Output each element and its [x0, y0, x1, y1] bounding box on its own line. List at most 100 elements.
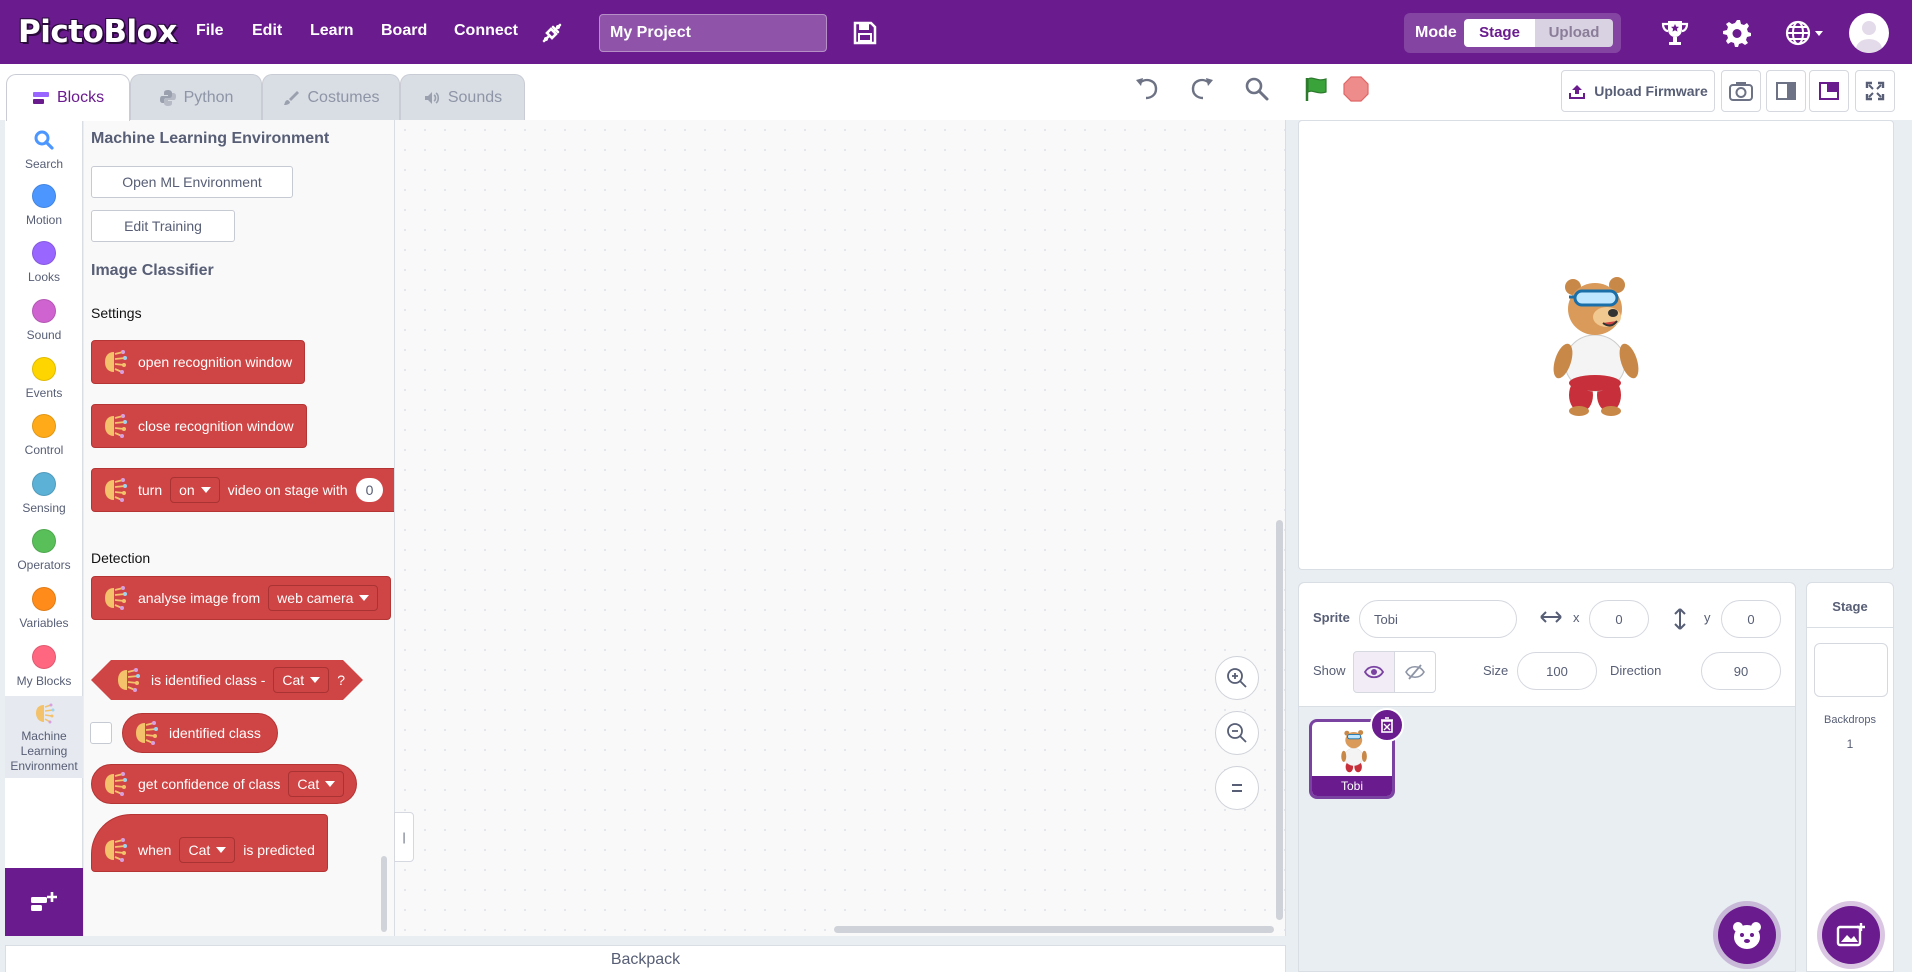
category-variables[interactable]: Variables — [5, 587, 83, 630]
stage-pane-title: Stage — [1832, 599, 1868, 614]
mode-stage-button[interactable]: Stage — [1464, 19, 1535, 47]
block-text: turn — [138, 482, 163, 498]
bear-add-icon — [1733, 922, 1761, 949]
project-name-input[interactable] — [599, 14, 827, 52]
block-open-recognition-window[interactable]: open recognition window — [91, 340, 305, 384]
trophy-icon[interactable] — [1659, 17, 1691, 49]
my-blocks-color-dot — [32, 645, 56, 669]
sprite-y-input[interactable] — [1721, 600, 1781, 638]
block-text: video on stage with — [227, 482, 348, 498]
category-search[interactable]: Search — [5, 128, 83, 171]
block-turn-video-on-stage[interactable]: turn on video on stage with 0 — [91, 468, 394, 512]
sprite-direction-input[interactable] — [1701, 652, 1781, 690]
user-avatar[interactable] — [1849, 13, 1889, 53]
brain-icon — [36, 703, 55, 724]
tab-costumes[interactable]: Costumes — [262, 74, 400, 120]
video-state-dropdown[interactable]: on — [170, 477, 220, 503]
block-text: open recognition window — [138, 354, 293, 370]
menu-learn[interactable]: Learn — [310, 22, 354, 40]
show-sprite-button[interactable] — [1353, 651, 1395, 693]
palette-collapse-handle[interactable]: | — [394, 812, 414, 862]
add-extension-button[interactable] — [5, 868, 83, 936]
block-category-menu: Search Motion Looks Sound Events Control… — [5, 120, 83, 936]
zoom-in-button[interactable] — [1215, 656, 1259, 700]
search-icon[interactable] — [1242, 74, 1272, 104]
small-stage-button[interactable] — [1766, 70, 1806, 112]
tab-sounds[interactable]: Sounds — [400, 74, 525, 120]
category-machine-learning[interactable]: Machine Learning Environment — [5, 696, 83, 778]
category-my-blocks[interactable]: My Blocks — [5, 645, 83, 688]
block-identified-class[interactable]: identified class — [122, 713, 278, 753]
fullscreen-button[interactable] — [1855, 70, 1895, 112]
category-sensing-label: Sensing — [22, 501, 66, 515]
open-ml-environment-button[interactable]: Open ML Environment — [91, 166, 293, 198]
block-when-class-is-predicted[interactable]: when Cat is predicted — [91, 814, 328, 872]
tobi-sprite[interactable] — [1551, 271, 1647, 417]
workspace-vertical-scrollbar[interactable] — [1276, 520, 1283, 920]
mode-upload-button[interactable]: Upload — [1535, 19, 1613, 47]
add-backdrop-button[interactable] — [1822, 906, 1880, 964]
block-analyse-image-from[interactable]: analyse image from web camera — [91, 576, 392, 620]
tab-blocks[interactable]: Blocks — [6, 74, 130, 121]
tab-python[interactable]: Python — [130, 74, 262, 120]
undo-icon[interactable] — [1132, 74, 1162, 104]
category-operators[interactable]: Operators — [5, 529, 83, 572]
save-icon[interactable] — [852, 20, 878, 46]
delete-sprite-button[interactable] — [1370, 708, 1404, 742]
category-sound-label: Sound — [26, 328, 62, 342]
predicted-class-dropdown[interactable]: Cat — [179, 837, 236, 863]
add-extension-icon — [31, 892, 57, 911]
sprite-name-input[interactable] — [1359, 600, 1517, 638]
snapshot-button[interactable] — [1721, 70, 1761, 112]
sprite-x-input[interactable] — [1589, 600, 1649, 638]
mode-switch: Mode Stage Upload — [1404, 13, 1621, 53]
hide-sprite-button[interactable] — [1394, 651, 1436, 693]
menu-board[interactable]: Board — [381, 22, 427, 40]
block-is-identified-class[interactable]: is identified class - Cat ? — [91, 660, 363, 700]
zoom-reset-button[interactable] — [1215, 766, 1259, 810]
large-stage-button[interactable] — [1809, 70, 1849, 112]
category-events[interactable]: Events — [5, 357, 83, 400]
gear-icon[interactable] — [1721, 17, 1753, 49]
app-logo[interactable]: PictoBlox — [18, 14, 177, 50]
block-close-recognition-window[interactable]: close recognition window — [91, 404, 307, 448]
menu-bar: PictoBlox File Edit Learn Board Connect … — [0, 0, 1912, 64]
block-get-confidence-of-class[interactable]: get confidence of class Cat — [91, 764, 358, 804]
stage-thumbnail[interactable] — [1814, 643, 1888, 697]
script-workspace[interactable] — [395, 120, 1286, 936]
upload-firmware-button[interactable]: Upload Firmware — [1561, 70, 1715, 112]
stage-canvas[interactable] — [1298, 120, 1894, 570]
confidence-class-dropdown[interactable]: Cat — [288, 771, 345, 797]
brain-icon — [105, 772, 127, 796]
backpack-bar[interactable]: Backpack — [5, 945, 1286, 972]
language-globe-icon[interactable] — [1784, 17, 1826, 49]
transparency-input[interactable]: 0 — [355, 478, 384, 502]
category-looks[interactable]: Looks — [5, 241, 83, 284]
blocks-icon — [32, 92, 49, 104]
class-dropdown[interactable]: Cat — [273, 667, 329, 693]
palette-scrollbar[interactable] — [381, 856, 387, 932]
zoom-reset-icon — [1232, 784, 1242, 792]
redo-icon[interactable] — [1187, 74, 1217, 104]
zoom-out-button[interactable] — [1215, 711, 1259, 755]
workspace-horizontal-scrollbar[interactable] — [834, 926, 1274, 933]
category-sensing[interactable]: Sensing — [5, 472, 83, 515]
menu-edit[interactable]: Edit — [252, 22, 282, 40]
sprite-size-input[interactable] — [1517, 652, 1597, 690]
category-sound[interactable]: Sound — [5, 299, 83, 342]
tab-python-label: Python — [183, 88, 234, 106]
connect-plug-icon[interactable] — [538, 19, 566, 47]
add-sprite-button[interactable] — [1718, 906, 1776, 964]
identified-class-monitor-checkbox[interactable] — [90, 722, 112, 744]
size-label: Size — [1483, 663, 1509, 678]
edit-training-button[interactable]: Edit Training — [91, 210, 235, 242]
category-motion[interactable]: Motion — [5, 184, 83, 227]
stop-icon[interactable] — [1341, 74, 1371, 104]
menu-file[interactable]: File — [196, 22, 224, 40]
menu-connect[interactable]: Connect — [454, 22, 518, 40]
category-control[interactable]: Control — [5, 414, 83, 457]
green-flag-icon[interactable] — [1301, 74, 1331, 104]
direction-label: Direction — [1610, 663, 1662, 678]
variables-color-dot — [32, 587, 56, 611]
image-source-dropdown[interactable]: web camera — [268, 585, 379, 611]
